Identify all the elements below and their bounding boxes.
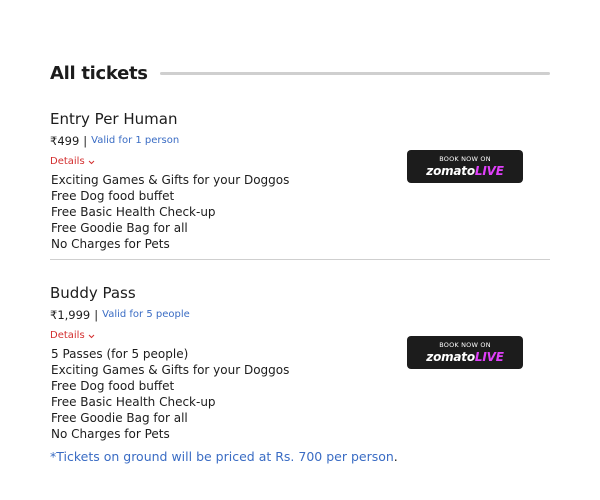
perk-item: Free Dog food buffet — [51, 189, 175, 203]
details-label: Details — [50, 330, 85, 341]
details-label: Details — [50, 156, 85, 167]
section-title-rule — [159, 71, 550, 75]
ticket-price: ₹1,999 — [50, 308, 91, 322]
ticket-divider — [50, 259, 550, 260]
perks-list: Exciting Games & Gifts for your Doggos F… — [50, 172, 550, 252]
perk-item: Free Goodie Bag for all — [51, 221, 188, 235]
ticket-price: ₹499 — [50, 134, 80, 148]
perk-item: Free Goodie Bag for all — [51, 411, 188, 425]
zomato-live-logo: zomatoLIVE — [426, 350, 504, 364]
section-header: All tickets — [50, 60, 550, 86]
price-separator: | — [94, 308, 99, 322]
section-title: All tickets — [50, 62, 148, 84]
chevron-down-icon — [88, 334, 95, 339]
perk-item: No Charges for Pets — [51, 427, 170, 441]
book-now-label: BOOK NOW ON — [439, 341, 491, 349]
ticket-name: Entry Per Human — [50, 110, 178, 128]
ticket-name: Buddy Pass — [50, 284, 136, 302]
book-now-button[interactable]: BOOK NOW ON zomatoLIVE — [407, 336, 523, 369]
perk-item: Free Basic Health Check-up — [51, 395, 216, 409]
chevron-down-icon — [88, 160, 95, 165]
price-row: ₹499 | Valid for 1 person — [50, 134, 550, 148]
footnote-text: *Tickets on ground will be priced at Rs.… — [50, 449, 394, 464]
ticket-validity: Valid for 1 person — [91, 135, 180, 146]
book-now-label: BOOK NOW ON — [439, 155, 491, 163]
price-row: ₹1,999 | Valid for 5 people — [50, 308, 550, 322]
ticket-card: Buddy Pass ₹1,999 | Valid for 5 people D… — [50, 284, 550, 442]
zomato-live-logo: zomatoLIVE — [426, 164, 504, 178]
brand-zomato: zomato — [426, 350, 475, 364]
brand-live: LIVE — [474, 164, 504, 178]
book-now-button[interactable]: BOOK NOW ON zomatoLIVE — [407, 150, 523, 183]
footnote-period: . — [393, 449, 398, 464]
price-separator: | — [83, 134, 88, 148]
pricing-footnote: *Tickets on ground will be priced at Rs.… — [50, 449, 398, 465]
brand-live: LIVE — [474, 350, 504, 364]
perk-item: No Charges for Pets — [51, 237, 170, 251]
ticket-validity: Valid for 5 people — [102, 309, 190, 320]
ticket-card: Entry Per Human ₹499 | Valid for 1 perso… — [50, 110, 550, 252]
perk-item: Free Basic Health Check-up — [51, 205, 216, 219]
perk-item: Free Dog food buffet — [51, 379, 175, 393]
brand-zomato: zomato — [426, 164, 475, 178]
